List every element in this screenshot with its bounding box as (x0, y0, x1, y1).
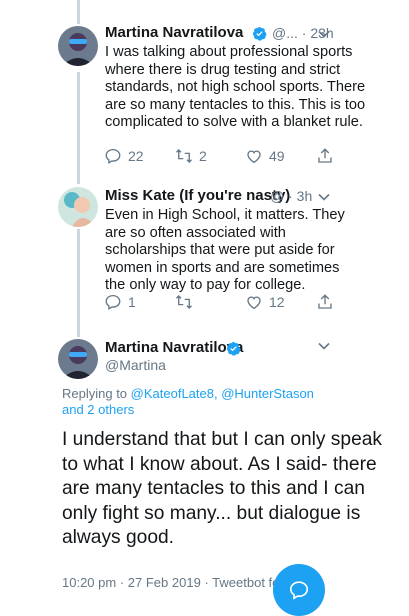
like-count: 12 (269, 294, 285, 310)
share-button[interactable] (316, 293, 334, 311)
retweet-button[interactable]: 2 (175, 147, 207, 165)
main-tweet-text: I understand that but I can only speak t… (62, 429, 383, 549)
separator: · (301, 25, 307, 41)
retweet-icon (176, 149, 192, 163)
thread-line (77, 72, 80, 184)
reply-count: 1 (128, 294, 136, 310)
like-count: 49 (269, 148, 285, 164)
verified-icon (226, 341, 241, 356)
tweet-timestamp: 10:20 pm (62, 575, 117, 590)
retweet-icon (176, 295, 192, 309)
author-handle: @ · 3h (270, 188, 312, 204)
author-name[interactable]: Martina Navratilova (105, 339, 243, 356)
handle-text: @... (272, 25, 298, 41)
reply-others-link[interactable]: and 2 others (62, 402, 134, 417)
compose-icon (289, 581, 309, 600)
reply-button[interactable]: 22 (104, 147, 144, 165)
tweet-date: 27 Feb 2019 (127, 575, 201, 590)
share-icon (318, 294, 332, 309)
author-handle: @Martina (105, 357, 166, 373)
avatar[interactable] (58, 187, 98, 227)
like-button[interactable]: 49 (245, 147, 285, 165)
author-name[interactable]: Miss Kate (If you're nasty) (105, 187, 290, 204)
share-button[interactable] (316, 147, 334, 165)
avatar[interactable] (58, 339, 98, 379)
separator: · (119, 575, 125, 590)
reply-icon (105, 148, 121, 164)
retweet-count: 2 (199, 148, 207, 164)
thread-line (77, 0, 80, 24)
replying-prefix: Replying to (62, 386, 131, 401)
chevron-down-icon[interactable] (317, 339, 331, 353)
like-icon (247, 296, 261, 310)
chevron-down-icon[interactable] (317, 190, 331, 204)
tweet-text: I was talking about professional sports … (105, 44, 366, 131)
compose-button[interactable] (273, 564, 325, 616)
separator: · (204, 575, 209, 590)
avatar[interactable] (58, 26, 98, 66)
handle-text: @ (270, 188, 285, 204)
chevron-down-icon[interactable] (317, 27, 331, 41)
thread-line (77, 229, 80, 337)
reply-icon (105, 294, 121, 310)
replying-to: Replying to @KateofLate8, @HunterStason a… (62, 386, 392, 418)
author-name[interactable]: Martina Navratilova (105, 24, 243, 41)
reply-user-link[interactable]: @HunterStason (221, 386, 314, 401)
tweet-time: 3h (296, 188, 313, 204)
tweet-client[interactable]: Tweetbot fo (212, 575, 279, 590)
tweet-meta: 10:20 pm · 27 Feb 2019 · Tweetbot fo (62, 575, 279, 590)
reply-button[interactable]: 1 (104, 293, 136, 311)
verified-icon (252, 26, 267, 41)
reply-count: 22 (128, 148, 144, 164)
like-button[interactable]: 12 (245, 293, 285, 311)
like-icon (247, 150, 261, 164)
tweet-text: Even in High School, it matters. They ar… (105, 207, 345, 294)
share-icon (318, 148, 332, 163)
separator: · (288, 188, 293, 204)
retweet-button[interactable] (175, 293, 199, 311)
reply-user-link[interactable]: @KateofLate8 (131, 386, 214, 401)
